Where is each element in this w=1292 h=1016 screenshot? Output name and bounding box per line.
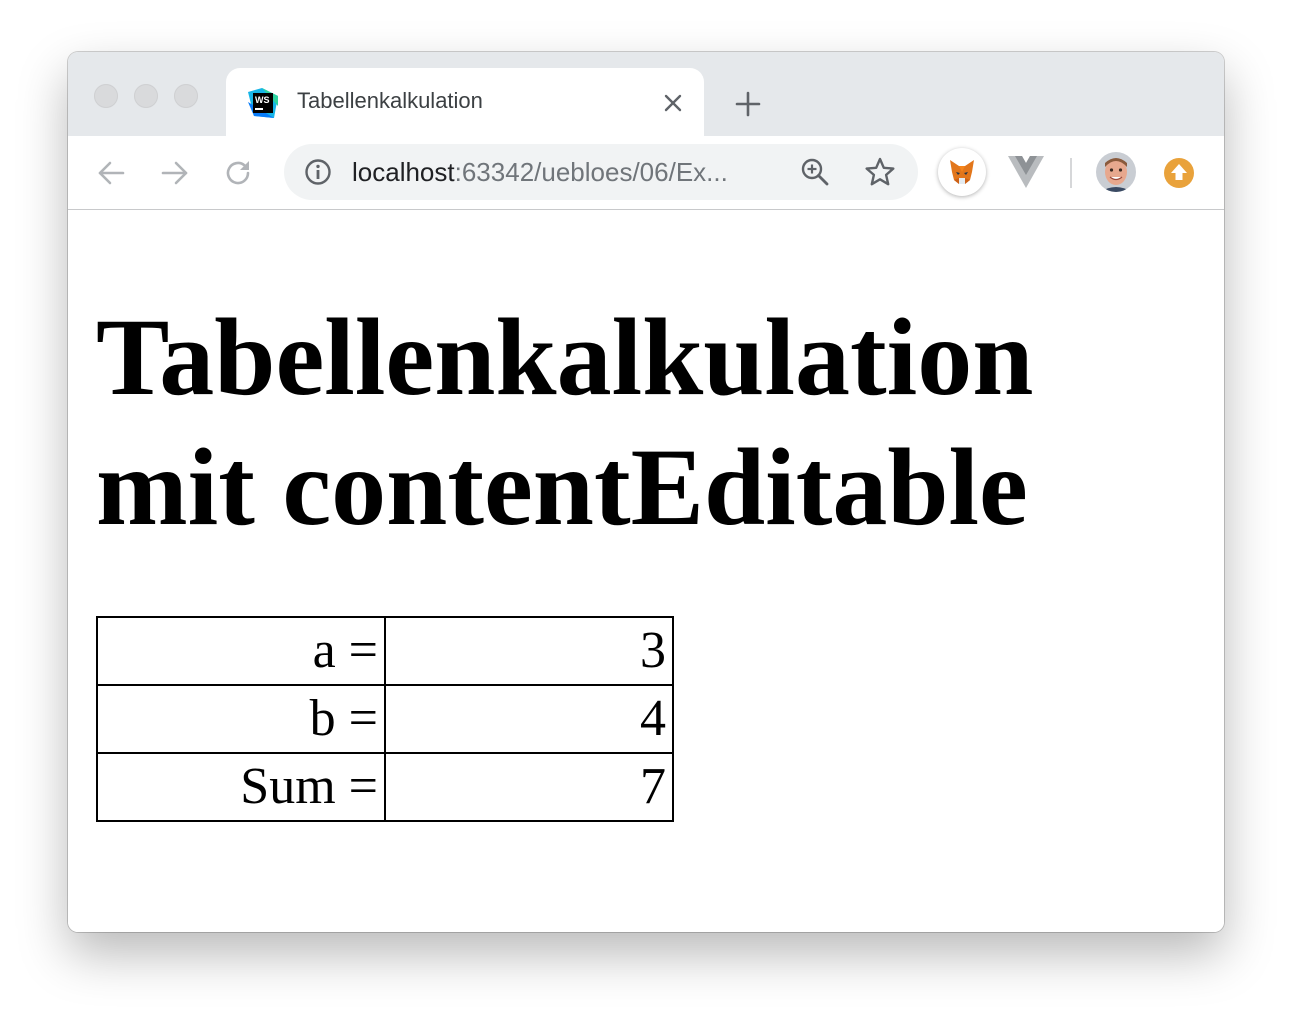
page-title: Tabellenkalkulation mit contentEditable	[96, 296, 1034, 548]
cell-value-b[interactable]: 4	[384, 684, 674, 754]
new-tab-button[interactable]	[732, 88, 764, 120]
page-content: Tabellenkalkulation mit contentEditable …	[68, 210, 1224, 932]
metamask-extension-button[interactable]	[938, 148, 986, 196]
webstorm-icon: WS	[248, 88, 278, 118]
url-host: localhost	[352, 157, 455, 187]
plus-icon	[735, 91, 761, 117]
cell-value-sum: 7	[384, 752, 674, 822]
browser-window: WS Tabellenkalkulation localhost:63342/u…	[68, 52, 1224, 932]
tab-tabellenkalkulation[interactable]: WS Tabellenkalkulation	[226, 68, 704, 136]
profile-picture	[1096, 152, 1136, 192]
address-bar[interactable]: localhost:63342/uebloes/06/Ex...	[284, 144, 918, 200]
row-label-a: a =	[96, 616, 386, 686]
url-path: :63342/uebloes/06/Ex...	[454, 157, 728, 187]
zoom-icon[interactable]	[800, 157, 830, 187]
toolbar-divider	[1070, 158, 1072, 188]
row-label-sum: Sum =	[96, 752, 386, 822]
cell-value-a[interactable]: 3	[384, 616, 674, 686]
window-maximize-button[interactable]	[174, 84, 198, 108]
close-icon	[664, 94, 682, 112]
tab-close-button[interactable]	[658, 88, 688, 118]
browser-toolbar: localhost:63342/uebloes/06/Ex...	[68, 136, 1224, 210]
avatar[interactable]	[1096, 152, 1136, 192]
info-icon[interactable]	[304, 158, 332, 186]
forward-button[interactable]	[158, 156, 192, 190]
update-icon[interactable]	[1163, 157, 1195, 189]
spreadsheet-table: a = 3 b = 4 Sum = 7	[96, 616, 674, 822]
url-text[interactable]: localhost:63342/uebloes/06/Ex...	[352, 158, 728, 186]
reload-icon	[226, 161, 250, 185]
vue-devtools-icon[interactable]	[1008, 156, 1044, 188]
tab-strip: WS Tabellenkalkulation	[68, 52, 1224, 136]
reload-button[interactable]	[222, 156, 256, 190]
table-row: a = 3	[96, 616, 674, 686]
back-icon	[98, 161, 125, 185]
window-close-button[interactable]	[94, 84, 118, 108]
tab-title: Tabellenkalkulation	[297, 88, 483, 113]
table-row: Sum = 7	[96, 752, 674, 822]
window-minimize-button[interactable]	[134, 84, 158, 108]
star-icon[interactable]	[864, 156, 896, 188]
forward-icon	[161, 161, 188, 185]
table-row: b = 4	[96, 684, 674, 754]
back-button[interactable]	[94, 156, 128, 190]
row-label-b: b =	[96, 684, 386, 754]
svg-text:WS: WS	[255, 95, 270, 105]
fox-icon	[950, 160, 974, 184]
